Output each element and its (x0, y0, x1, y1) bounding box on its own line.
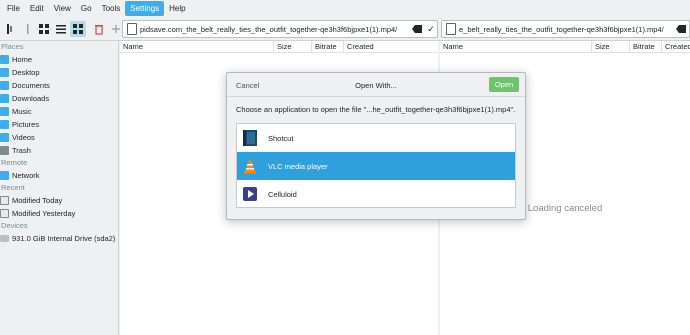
dialog-header: Cancel Open With... Open (227, 73, 525, 97)
right-pane-header: Name Size Bitrate Created (440, 40, 690, 53)
menu-help[interactable]: Help (164, 1, 190, 16)
dialog-description: Choose an application to open the file "… (236, 105, 516, 114)
compact-view-icon[interactable] (53, 21, 69, 37)
sidebar-item-desktop[interactable]: Desktop (0, 66, 118, 79)
menu-view[interactable]: View (49, 1, 76, 16)
delete-icon[interactable] (91, 21, 107, 37)
documents-icon (0, 81, 9, 90)
desktop-icon (0, 68, 9, 77)
column-size[interactable]: Size (274, 40, 312, 53)
shotcut-icon (243, 130, 257, 146)
sidebar-item-downloads[interactable]: Downloads (0, 92, 118, 105)
sidebar-item-documents[interactable]: Documents (0, 79, 118, 92)
column-name[interactable]: Name (440, 40, 592, 53)
sidebar-item-modified-today[interactable]: Modified Today (0, 194, 118, 207)
menubar: File Edit View Go Tools Settings Help (0, 0, 690, 17)
downloads-icon (0, 94, 9, 103)
left-location-bar[interactable]: pidsave.com_the_belt_really_ties_the_out… (122, 20, 438, 38)
sidebar-item-network[interactable]: Network (0, 169, 118, 182)
sidebar-item-internal-drive[interactable]: 931.0 GiB Internal Drive (sda2) (0, 232, 118, 245)
menu-tools[interactable]: Tools (97, 1, 126, 16)
open-button[interactable]: Open (489, 77, 519, 92)
menu-handle-icon[interactable] (20, 21, 36, 37)
dialog-title: Open With... (355, 81, 397, 90)
app-item-shotcut[interactable]: Shotcut (237, 124, 515, 152)
app-label: VLC media player (268, 161, 328, 171)
app-item-vlc[interactable]: VLC media player (237, 152, 515, 180)
icons-view-icon[interactable] (36, 21, 52, 37)
places-header: Places (1, 42, 24, 51)
sidebar-item-videos[interactable]: Videos (0, 131, 118, 144)
celluloid-icon (243, 186, 257, 202)
clear-icon[interactable] (676, 25, 686, 33)
open-with-dialog: Cancel Open With... Open Choose an appli… (226, 72, 526, 220)
home-icon (0, 55, 9, 64)
column-bitrate[interactable]: Bitrate (630, 40, 662, 53)
sidebar-item-home[interactable]: Home (0, 53, 118, 66)
app-label: Celluloid (268, 189, 297, 199)
column-size[interactable]: Size (592, 40, 630, 53)
sidebar-item-modified-yesterday[interactable]: Modified Yesterday (0, 207, 118, 220)
calendar-icon (0, 209, 9, 218)
recent-header: Recent (1, 183, 25, 192)
devices-header: Devices (1, 221, 28, 230)
menu-go[interactable]: Go (76, 1, 97, 16)
left-pane-header: Name Size Bitrate Created (120, 40, 438, 53)
folder-icon (127, 23, 137, 35)
places-sidebar: Places Home Desktop Documents Downloads … (0, 41, 119, 335)
right-path-text: e_belt_really_ties_the_outfit_together-q… (459, 24, 664, 34)
sidebar-item-music[interactable]: Music (0, 105, 118, 118)
application-list: Shotcut VLC media player Celluloid (236, 123, 516, 208)
column-name[interactable]: Name (120, 40, 274, 53)
left-path-text: pidsave.com_the_belt_really_ties_the_out… (140, 24, 398, 34)
column-created[interactable]: Created (662, 41, 690, 53)
column-created[interactable]: Created (344, 41, 438, 53)
app-label: Shotcut (268, 133, 294, 143)
clear-icon[interactable] (412, 25, 422, 33)
back-icon[interactable] (3, 21, 19, 37)
trash-icon (0, 146, 9, 155)
vlc-icon (243, 158, 257, 174)
menu-file[interactable]: File (2, 1, 25, 16)
app-item-celluloid[interactable]: Celluloid (237, 180, 515, 208)
sidebar-item-pictures[interactable]: Pictures (0, 118, 118, 131)
videos-icon (0, 133, 9, 142)
check-icon[interactable]: ✓ (425, 24, 437, 35)
drive-icon (0, 235, 9, 242)
remote-header: Remote (1, 158, 28, 167)
network-icon (0, 171, 9, 180)
details-view-icon[interactable] (70, 21, 86, 37)
toolbar: pidsave.com_the_belt_really_ties_the_out… (0, 17, 690, 41)
right-location-bar[interactable]: e_belt_really_ties_the_outfit_together-q… (441, 20, 690, 38)
music-icon (0, 107, 9, 116)
sidebar-item-trash[interactable]: Trash (0, 144, 118, 157)
column-bitrate[interactable]: Bitrate (312, 40, 344, 53)
pictures-icon (0, 120, 9, 129)
calendar-icon (0, 196, 9, 205)
menu-settings[interactable]: Settings (125, 1, 165, 16)
folder-icon (446, 23, 456, 35)
menu-edit[interactable]: Edit (25, 1, 49, 16)
